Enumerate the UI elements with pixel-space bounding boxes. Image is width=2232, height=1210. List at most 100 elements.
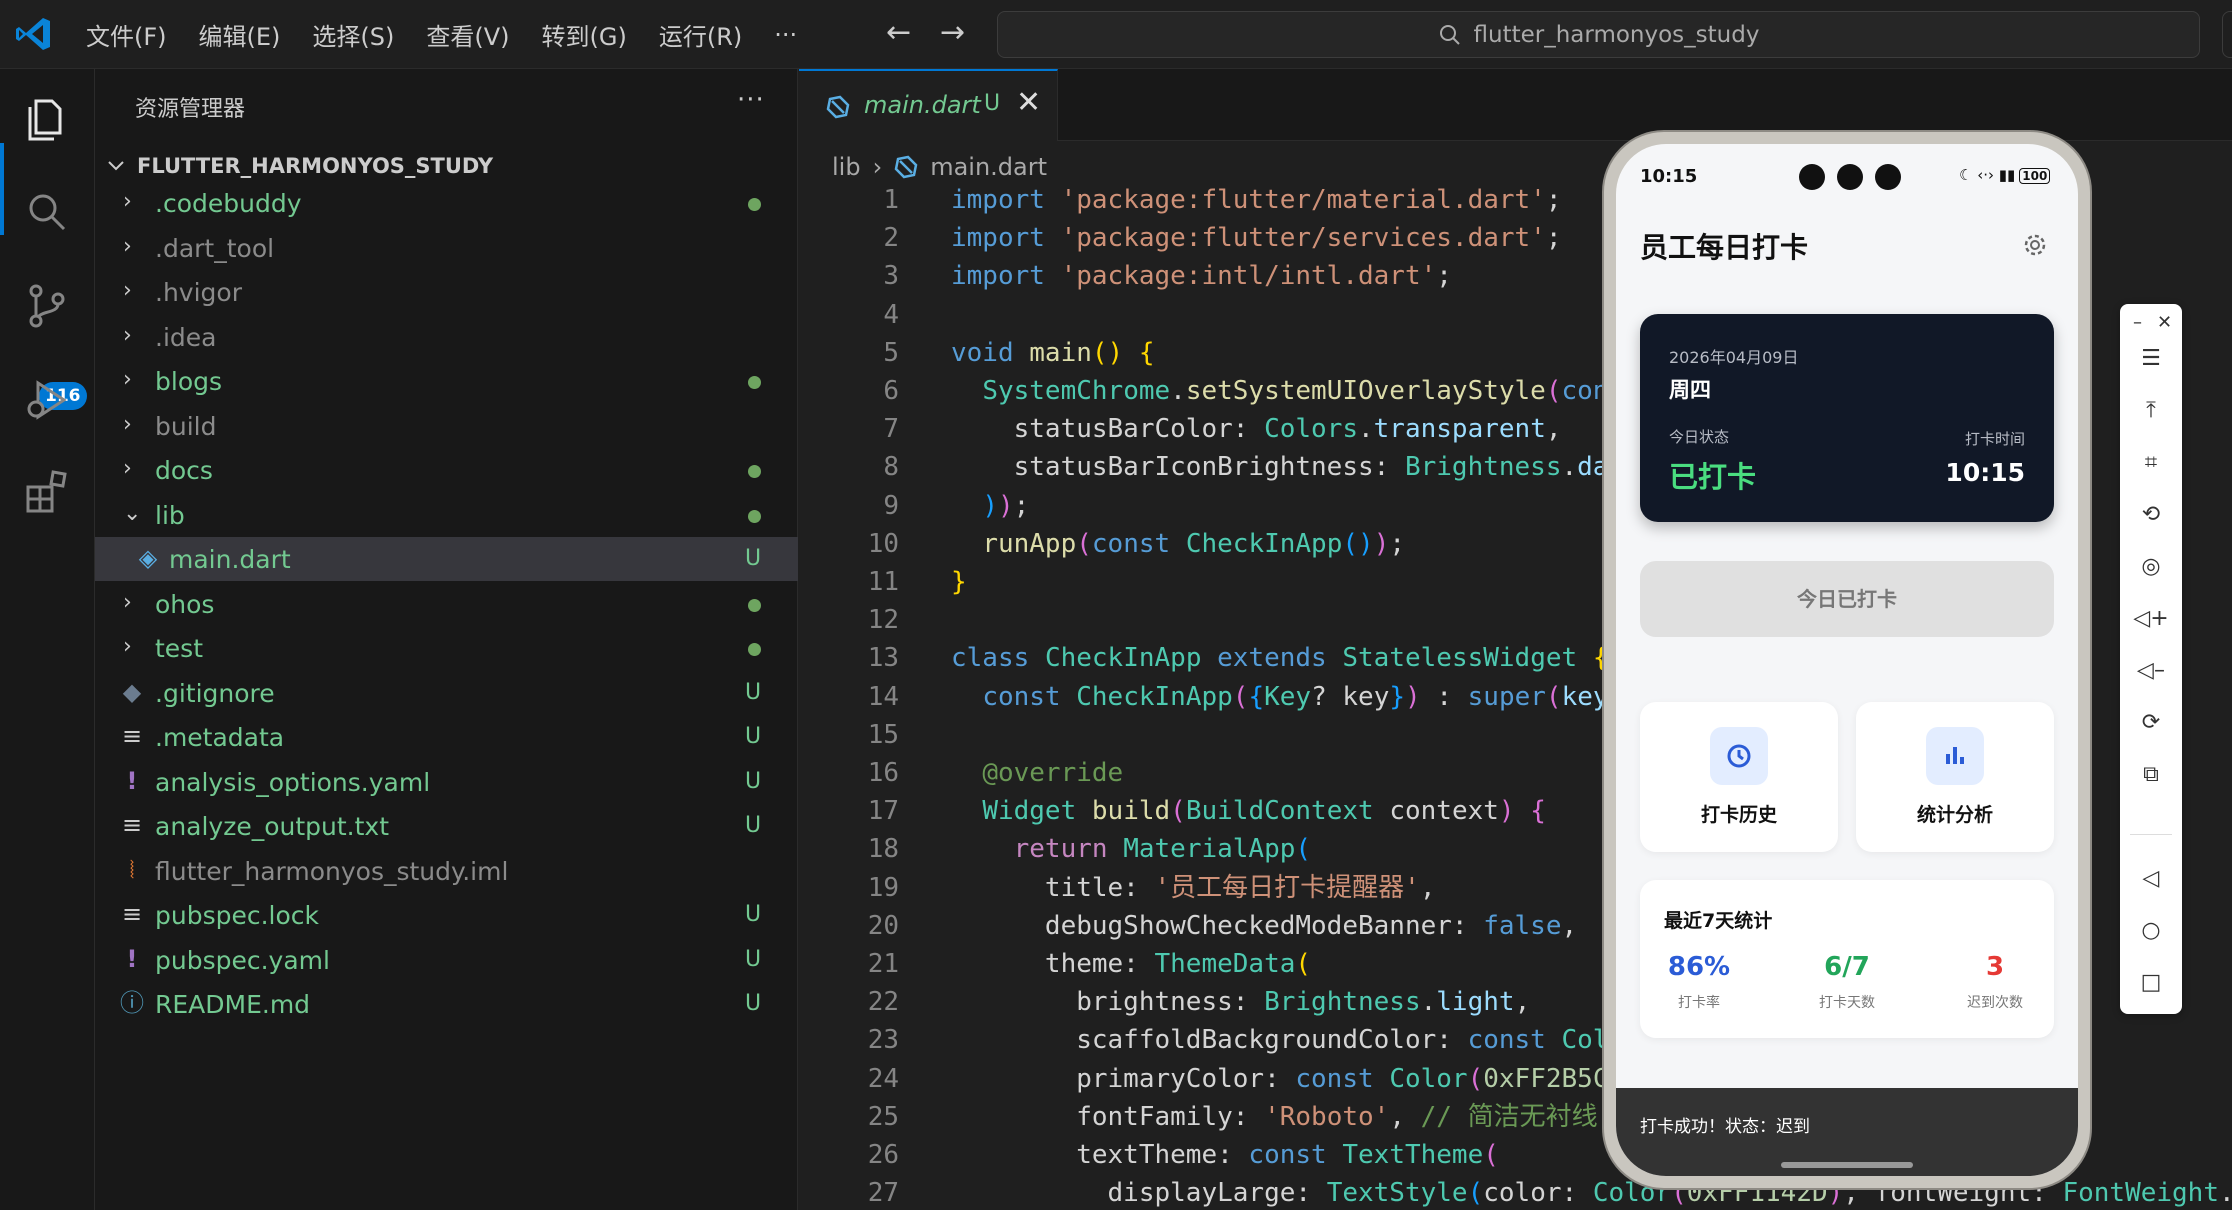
home-indicator[interactable] [1781,1162,1913,1168]
checkin-button[interactable]: 今日已打卡 [1640,561,2054,637]
bar-chart-icon [1926,727,1984,785]
menu-icon[interactable]: ☰ [2132,340,2170,378]
untracked-badge: U [745,946,762,972]
run-debug-icon[interactable] [22,375,72,425]
shake-icon[interactable]: ⟳ [2132,704,2170,742]
xml-file-icon: ⦚ [129,855,135,884]
tree-item-label: flutter_harmonyos_study.iml [155,856,509,886]
tree-item[interactable]: ! analysis_options.yaml U [95,760,798,804]
close-icon[interactable]: ✕ [1016,85,1041,120]
line-number: 3 [883,261,899,292]
line-number: 2 [883,223,899,254]
menu-view[interactable]: 查看(V) [426,17,509,52]
line-number: 14 [867,681,899,712]
chevron-right-icon: › [123,634,132,659]
tree-item[interactable]: ! pubspec.yaml U [95,938,798,982]
recent-apps-icon[interactable]: □ [2132,964,2170,1002]
source-control-icon[interactable] [22,281,72,331]
menu-run[interactable]: 运行(R) [659,17,742,52]
tree-item[interactable]: › .hvigor [95,270,798,314]
stat-late: 3 迟到次数 [1950,950,2040,1012]
menu-go[interactable]: 转到(G) [542,17,627,52]
menu-file[interactable]: 文件(F) [86,17,167,52]
code-text: const CheckInApp({Key? key}) : super(key [982,681,1609,712]
tree-item[interactable]: ⓘ README.md U [95,982,798,1026]
breadcrumb-file[interactable]: main.dart [930,153,1047,181]
explorer-more-button[interactable]: ··· [737,85,765,115]
gear-icon[interactable] [2022,232,2048,258]
search-icon[interactable] [22,187,72,237]
toolbar-divider [2130,834,2172,835]
project-root[interactable]: FLUTTER_HARMONYOS_STUDY [105,149,493,183]
code-text: statusBarIconBrightness: Brightness.da [951,452,1609,483]
code-text: Widget build(BuildContext context) { [982,796,1546,827]
tree-item-label: .hvigor [155,278,242,307]
menu-selection[interactable]: 选择(S) [312,17,394,52]
stats-card[interactable]: 统计分析 [1856,702,2054,852]
tree-item[interactable]: ≡ analyze_output.txt U [95,804,798,848]
line-number: 24 [867,1063,899,1094]
tree-item[interactable]: › build [95,404,798,448]
info-icon: ⓘ [120,989,144,1017]
chevron-right-icon: › [123,233,132,259]
tree-item[interactable]: ⌄ lib [95,493,798,537]
pin-top-icon[interactable]: ⤒ [2132,392,2170,430]
tree-item-label: pubspec.lock [155,901,320,930]
multi-window-icon[interactable]: ⧉ [2132,756,2170,794]
breadcrumb-lib[interactable]: lib [832,153,861,181]
tree-item[interactable]: › .idea [95,315,798,359]
extensions-icon[interactable] [22,467,72,517]
dart-file-icon [826,95,850,119]
minimize-icon[interactable]: – [2124,304,2151,342]
tab-label: main.dart [864,91,981,119]
dart-file-icon [894,155,918,179]
tree-item[interactable]: › ohos [95,582,798,626]
status-glyphs: ☾ ‹·› ▮▮ [1959,166,2016,184]
history-card[interactable]: 打卡历史 [1640,702,1838,852]
explorer-icon[interactable] [22,93,72,143]
forward-arrow-icon[interactable]: → [940,18,965,48]
tree-item[interactable]: › .codebuddy [95,181,798,225]
tree-item[interactable]: ◆ .gitignore U [95,671,798,715]
back-icon[interactable]: ◁ [2132,860,2170,898]
rotate-icon[interactable]: ⟲ [2132,496,2170,534]
tree-item[interactable]: ≡ .metadata U [95,715,798,759]
close-icon[interactable]: ✕ [2151,304,2178,342]
tab-status: U [984,91,1001,116]
tree-item[interactable]: › test [95,626,798,670]
tree-item-label: .gitignore [155,678,275,708]
tree-item[interactable]: ⦚ flutter_harmonyos_study.iml [95,849,798,893]
volume-down-icon[interactable]: ◁– [2132,652,2170,690]
menu-bar: 文件(F) 编辑(E) 选择(S) 查看(V) 转到(G) 运行(R) ··· [86,0,829,69]
tree-item[interactable]: ◈ main.dart U [95,537,798,581]
code-text: theme: ThemeData( [951,949,1312,979]
tab-main-dart[interactable]: main.dart U ✕ [799,69,1058,141]
modified-dot [748,465,761,478]
crop-icon[interactable]: ⌗ [2132,444,2170,482]
home-icon[interactable]: ○ [2132,912,2170,950]
card-date: 2026年04月09日 [1669,348,1799,367]
untracked-badge: U [745,724,762,749]
menu-more[interactable]: ··· [774,21,797,49]
line-number: 16 [867,758,899,788]
code-text: brightness: Brightness.light, [951,987,1531,1018]
chevron-right-icon: › [123,322,132,348]
tree-item-label: .idea [155,322,217,352]
screenshot-icon[interactable]: ◎ [2132,548,2170,586]
tree-item[interactable]: › blogs [95,359,798,403]
tree-item-label: analyze_output.txt [155,812,390,841]
camera-icon [1875,164,1901,190]
code-text: statusBarColor: Colors.transparent, [951,414,1562,445]
volume-up-icon[interactable]: ◁+ [2132,600,2170,638]
back-arrow-icon[interactable]: ← [886,18,911,48]
tree-item[interactable]: › docs [95,448,798,492]
command-center-search[interactable]: flutter_harmonyos_study [997,11,2200,58]
menu-edit[interactable]: 编辑(E) [199,17,281,52]
chevron-down-icon [108,161,124,171]
tree-item-label: build [155,411,217,441]
tree-item[interactable]: › .dart_tool [95,226,798,270]
tree-item[interactable]: ≡ pubspec.lock U [95,893,798,937]
weekly-stats-card: 最近7天统计 86% 打卡率 6/7 打卡天数 3 迟到次数 [1640,880,2054,1038]
phone-status-bar: 10:15 ☾ ‹·› ▮▮ 100 [1616,144,2078,196]
status-value: 已打卡 [1669,460,1757,494]
